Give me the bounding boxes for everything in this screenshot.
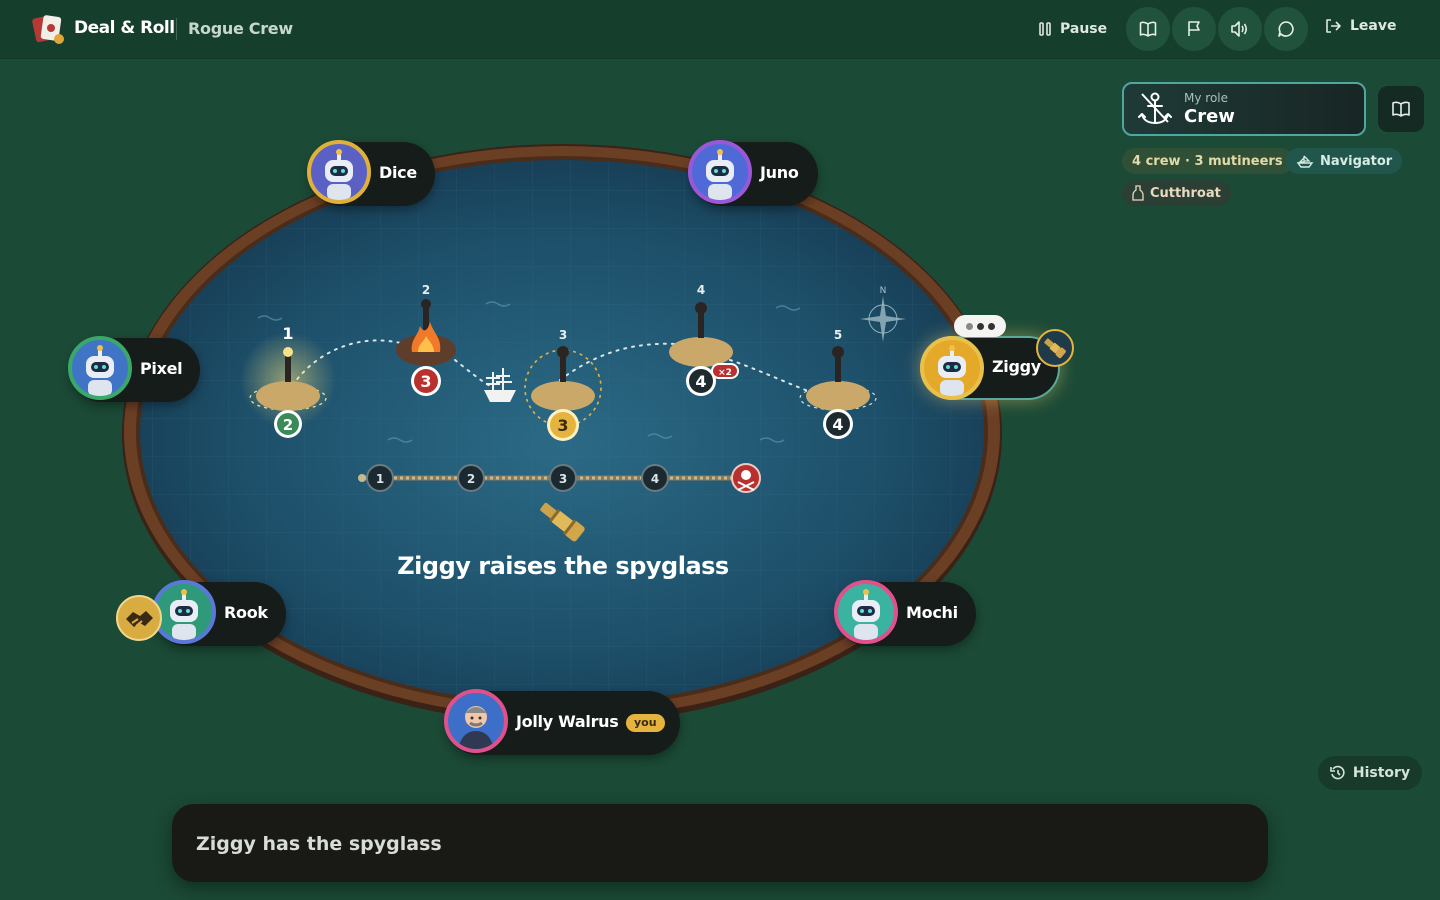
player-name: Juno [760,163,799,182]
player-name: Rook [224,603,268,622]
island-value: 4 [832,415,843,434]
svg-text:4: 4 [651,472,659,486]
cutthroat-label: Cutthroat [1150,185,1221,201]
avatar [307,140,371,204]
avatar [444,689,508,753]
player-name: Dice [379,163,417,182]
you-badge: you [626,714,665,732]
player-jolly-walrus[interactable]: Jolly Walrus you [444,689,680,755]
player-name: Mochi [906,603,958,622]
track-step-4: 4 [641,464,669,492]
cutthroat-chip: Cutthroat [1122,180,1231,206]
avatar [834,580,898,644]
player-rook[interactable]: Rook [152,580,286,646]
player-name: Pixel [140,359,183,378]
player-juno[interactable]: Juno [688,140,818,206]
avatar [152,580,216,644]
role-rules-button[interactable] [1378,86,1424,132]
avatar [68,336,132,400]
history-button[interactable]: History [1318,756,1422,790]
track-step-1: 1 [366,464,394,492]
player-mochi[interactable]: Mochi [834,580,976,646]
skull-icon [731,463,761,493]
island-multiplier: ×2 [718,368,732,378]
robot-avatar-icon [938,345,966,396]
svg-text:1: 1 [376,472,384,486]
anchor-icon [1138,92,1172,125]
island-value: 3 [420,372,431,391]
typing-indicator [954,315,1006,337]
island-number: 3 [559,328,567,342]
robot-avatar-icon [325,149,353,200]
robot-avatar-icon [170,589,198,640]
island-value: 2 [283,416,293,434]
island-number: 2 [422,283,430,297]
island-number: 1 [282,324,293,343]
team-composition-chip: 4 crew · 3 mutineers [1122,148,1293,174]
handshake-token [116,595,162,641]
history-label: History [1352,765,1411,781]
handshake-icon [126,611,153,627]
player-name: Jolly Walrus [516,712,619,731]
status-bar: Ziggy has the spyglass [172,804,1268,882]
avatar [920,336,984,400]
player-dice[interactable]: Dice [307,140,435,206]
history-icon [1330,765,1345,780]
role-value: Crew [1184,106,1235,127]
status-message: Ziggy has the spyglass [196,833,442,855]
svg-text:3: 3 [559,472,567,486]
island-number: 4 [697,283,705,297]
island-value: 3 [557,416,568,435]
spyglass-icon [1044,338,1066,359]
team-composition: 4 crew · 3 mutineers [1132,153,1283,169]
navigator-label: Navigator [1320,153,1393,169]
bottle-icon [1132,185,1144,201]
navigator-chip: Navigator [1286,148,1403,174]
robot-avatar-icon [86,345,114,396]
island-number: 5 [834,328,842,342]
svg-text:2: 2 [467,472,475,486]
ship-icon [1296,155,1314,168]
track-step-2: 2 [457,464,485,492]
avatar [688,140,752,204]
book-icon [1392,101,1410,117]
robot-avatar-icon [852,589,880,640]
svg-text:N: N [880,286,887,296]
role-label: My role [1184,91,1228,105]
player-name: Ziggy [992,357,1041,376]
robot-avatar-icon [706,149,734,200]
player-pixel[interactable]: Pixel [68,336,200,402]
announcement-text: Ziggy raises the spyglass [397,552,729,580]
island-value: 4 [695,372,706,391]
spyglass-token [1036,329,1074,367]
role-card[interactable]: My role Crew [1122,82,1366,136]
person-avatar-icon [458,706,494,749]
track-step-3: 3 [549,464,577,492]
